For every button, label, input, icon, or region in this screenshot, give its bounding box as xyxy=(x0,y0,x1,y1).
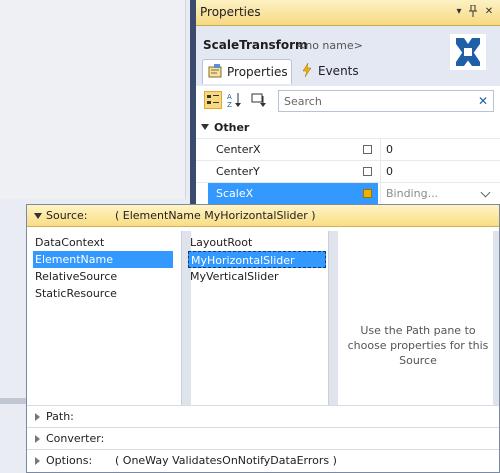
path-section[interactable]: Path: xyxy=(27,405,499,427)
binding-marker-icon[interactable] xyxy=(363,189,372,198)
section-label: Converter: xyxy=(46,432,105,445)
scrollbar[interactable] xyxy=(493,231,499,405)
collapse-arrow-icon[interactable] xyxy=(201,124,209,130)
collapse-arrow-icon[interactable] xyxy=(34,213,42,219)
properties-header: ScaleTransform <no name> Properties Even… xyxy=(196,26,500,86)
list-item[interactable]: MyVerticalSlider xyxy=(188,268,328,285)
category-label: Other xyxy=(214,121,250,134)
property-marker-icon[interactable] xyxy=(363,167,372,176)
hint-text: Use the Path pane to choose properties f… xyxy=(347,324,489,367)
list-item[interactable]: MyHorizontalSlider xyxy=(188,251,326,268)
property-name: ScaleX xyxy=(216,187,254,200)
dropdown-icon[interactable]: ▾ xyxy=(452,5,466,19)
section-label: Path: xyxy=(46,410,74,423)
properties-toolbar: AZ Search ✕ xyxy=(196,86,500,116)
properties-icon xyxy=(208,64,222,78)
tab-events-label: Events xyxy=(318,64,359,78)
properties-title-bar: Properties ▾ ✕ xyxy=(196,0,500,26)
sort-source-icon[interactable] xyxy=(250,91,268,109)
scrollbar[interactable] xyxy=(328,231,338,405)
property-marker-icon[interactable] xyxy=(363,145,372,154)
expand-arrow-icon[interactable] xyxy=(35,413,40,421)
column-divider xyxy=(380,161,381,183)
svg-text:A: A xyxy=(227,93,232,101)
binding-popup: Source: ( ElementName MyHorizontalSlider… xyxy=(26,204,500,473)
list-item[interactable]: LayoutRoot xyxy=(188,234,328,251)
source-type-list: DataContext ElementName RelativeSource S… xyxy=(29,231,179,405)
column-divider xyxy=(380,183,381,205)
property-value[interactable]: 0 xyxy=(386,143,393,156)
section-value: ( OneWay ValidatesOnNotifyDataErrors ) xyxy=(115,454,337,467)
clear-search-icon[interactable]: ✕ xyxy=(478,94,488,108)
chevron-down-icon[interactable] xyxy=(480,187,491,198)
section-label: Options: xyxy=(46,454,93,467)
search-placeholder: Search xyxy=(284,95,322,108)
list-item[interactable]: ElementName xyxy=(33,251,173,268)
pin-icon[interactable] xyxy=(466,4,480,19)
type-name: ScaleTransform xyxy=(203,38,308,52)
list-item[interactable]: StaticResource xyxy=(33,285,173,302)
search-input[interactable]: Search ✕ xyxy=(278,90,494,112)
source-label: Source: xyxy=(46,209,88,222)
column-divider xyxy=(380,139,381,161)
properties-panel: Properties ▾ ✕ ScaleTransform <no name> … xyxy=(196,0,500,210)
tab-events[interactable]: Events xyxy=(296,59,366,84)
sort-alpha-icon[interactable]: AZ xyxy=(226,91,244,109)
categorize-icon[interactable] xyxy=(204,91,222,109)
list-item[interactable]: DataContext xyxy=(33,234,173,251)
property-name: CenterY xyxy=(216,165,260,178)
converter-section[interactable]: Converter: xyxy=(27,427,499,449)
property-row-centery[interactable]: CenterY 0 xyxy=(196,160,500,183)
property-name: CenterX xyxy=(216,143,261,156)
source-value: ( ElementName MyHorizontalSlider ) xyxy=(115,209,316,222)
list-item[interactable]: RelativeSource xyxy=(33,268,173,285)
tab-properties-label: Properties xyxy=(227,65,288,79)
element-name[interactable]: <no name> xyxy=(296,39,363,52)
properties-title: Properties xyxy=(200,5,261,19)
scroll-strip xyxy=(0,398,26,404)
svg-text:Z: Z xyxy=(227,101,232,109)
path-hint-pane: Use the Path pane to choose properties f… xyxy=(343,231,493,405)
category-other[interactable]: Other xyxy=(196,118,500,138)
lightning-icon xyxy=(302,63,312,77)
property-value[interactable]: Binding... xyxy=(386,187,438,200)
property-row-scalex[interactable]: ScaleX Binding... xyxy=(196,182,500,205)
tab-properties[interactable]: Properties xyxy=(202,59,292,84)
expand-arrow-icon[interactable] xyxy=(35,435,40,443)
property-row-centerx[interactable]: CenterX 0 xyxy=(196,138,500,161)
property-value[interactable]: 0 xyxy=(386,165,393,178)
expand-arrow-icon[interactable] xyxy=(35,457,40,465)
element-list: LayoutRoot MyHorizontalSlider MyVertical… xyxy=(184,231,326,405)
transform-logo-icon xyxy=(450,34,486,70)
source-section-header[interactable]: Source: ( ElementName MyHorizontalSlider… xyxy=(27,205,499,227)
options-section[interactable]: Options: ( OneWay ValidatesOnNotifyDataE… xyxy=(27,449,499,471)
close-icon[interactable]: ✕ xyxy=(482,5,496,19)
designer-area xyxy=(0,0,186,199)
